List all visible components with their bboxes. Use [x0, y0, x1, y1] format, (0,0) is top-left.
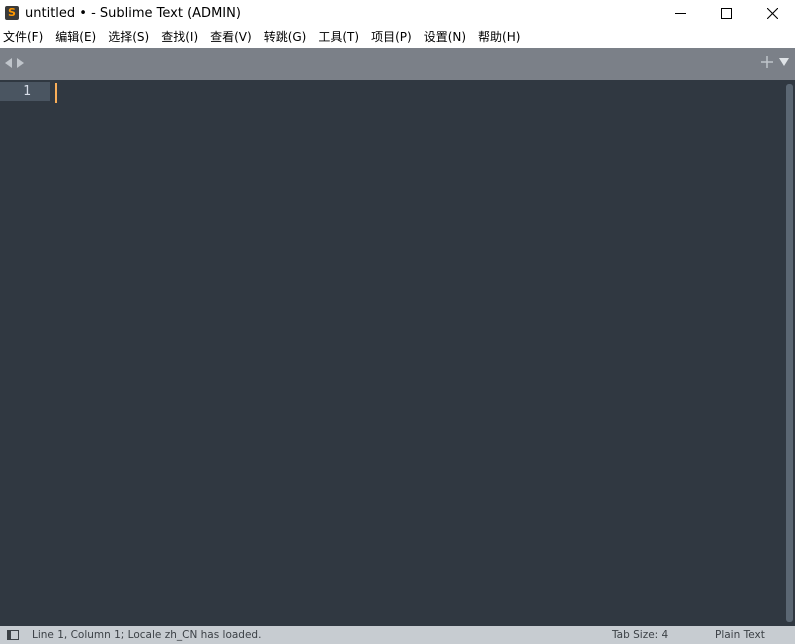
tab-list-chevron-icon[interactable] — [779, 58, 789, 66]
menu-help[interactable]: 帮助(H) — [477, 26, 527, 48]
close-icon — [766, 7, 778, 19]
menu-goto[interactable]: 转跳(G) — [263, 26, 314, 48]
tab-size-indicator[interactable]: Tab Size: 4 — [612, 626, 668, 644]
menu-selection[interactable]: 选择(S) — [107, 26, 156, 48]
menu-bar: 文件(F) 编辑(E) 选择(S) 查找(I) 查看(V) 转跳(G) 工具(T… — [0, 26, 795, 48]
tab-bar — [0, 48, 795, 80]
tab-actions — [761, 56, 789, 68]
menu-preferences[interactable]: 设置(N) — [423, 26, 473, 48]
minimize-icon — [674, 12, 686, 14]
window-title: untitled • - Sublime Text (ADMIN) — [25, 5, 241, 21]
line-number: 1 — [23, 84, 31, 99]
status-bar: Line 1, Column 1; Locale zh_CN has loade… — [0, 626, 795, 644]
syntax-indicator[interactable]: Plain Text — [715, 626, 765, 644]
close-button[interactable] — [749, 0, 795, 26]
sublime-window: S untitled • - Sublime Text (ADMIN) 文件(F… — [0, 0, 795, 644]
menu-edit[interactable]: 编辑(E) — [54, 26, 103, 48]
title-bar[interactable]: S untitled • - Sublime Text (ADMIN) — [0, 0, 795, 26]
vertical-scrollbar[interactable] — [786, 84, 793, 622]
menu-view[interactable]: 查看(V) — [209, 26, 259, 48]
menu-file[interactable]: 文件(F) — [2, 26, 50, 48]
maximize-button[interactable] — [703, 0, 749, 26]
minimize-button[interactable] — [657, 0, 703, 26]
panel-toggle-icon[interactable] — [7, 630, 19, 640]
tab-navigation — [5, 58, 24, 68]
menu-project[interactable]: 项目(P) — [370, 26, 419, 48]
status-message: Line 1, Column 1; Locale zh_CN has loade… — [32, 629, 262, 641]
text-cursor — [55, 83, 57, 103]
app-icon-letter: S — [8, 6, 16, 19]
editor-area[interactable]: 1 — [0, 80, 795, 626]
menu-find[interactable]: 查找(I) — [160, 26, 205, 48]
sublime-app-icon: S — [5, 6, 19, 20]
maximize-icon — [720, 7, 732, 19]
new-tab-plus-icon[interactable] — [761, 56, 773, 68]
tab-forward-icon[interactable] — [16, 58, 24, 68]
scrollbar-thumb[interactable] — [786, 84, 793, 622]
tab-back-icon[interactable] — [5, 58, 13, 68]
window-controls — [657, 0, 795, 26]
menu-tools[interactable]: 工具(T) — [317, 26, 366, 48]
